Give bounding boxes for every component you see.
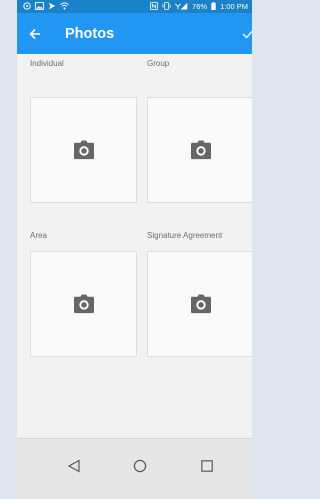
photo-slot-group[interactable] xyxy=(147,97,252,203)
wifi-icon xyxy=(60,1,69,12)
whatsapp-icon xyxy=(23,1,31,12)
nav-recents-button[interactable] xyxy=(200,459,214,478)
system-nav-bar xyxy=(17,438,252,499)
camera-icon xyxy=(73,294,94,314)
nav-home-button[interactable] xyxy=(133,459,147,478)
photo-label-signature-agreement: Signature Agreement xyxy=(147,231,223,240)
photo-slot-area[interactable] xyxy=(30,251,137,357)
photo-slot-signature-agreement[interactable] xyxy=(147,251,252,357)
status-left-icons xyxy=(23,1,69,12)
nav-back-icon xyxy=(67,459,80,473)
photos-grid: Individual Group Area Signature Agreemen… xyxy=(17,54,252,438)
photo-label-group: Group xyxy=(147,59,170,68)
photo-slot-individual[interactable] xyxy=(30,97,137,203)
camera-icon xyxy=(190,140,211,160)
camera-icon xyxy=(73,140,94,160)
nav-back-button[interactable] xyxy=(67,459,81,478)
nav-recents-icon xyxy=(201,460,213,472)
image-icon xyxy=(35,1,44,12)
battery-icon xyxy=(211,1,216,12)
vibrate-icon xyxy=(162,1,171,12)
clock: 1:00 PM xyxy=(220,2,248,11)
status-bar: 76% 1:00 PM xyxy=(17,0,252,13)
photo-label-area: Area xyxy=(30,231,47,240)
battery-percent: 76% xyxy=(192,2,208,11)
check-icon xyxy=(242,30,252,39)
camera-icon xyxy=(190,294,211,314)
app-bar: Photos xyxy=(17,13,252,54)
send-icon xyxy=(48,2,56,12)
phone-screen: 76% 1:00 PM Photos Individual Group Area… xyxy=(17,0,252,499)
signal-icon xyxy=(175,2,188,12)
photo-label-individual: Individual xyxy=(30,59,64,68)
status-right-icons: 76% 1:00 PM xyxy=(150,1,248,12)
nav-home-icon xyxy=(133,459,147,473)
nfc-icon xyxy=(150,1,158,12)
page-title: Photos xyxy=(65,25,115,42)
back-button[interactable] xyxy=(17,13,53,54)
confirm-button[interactable] xyxy=(242,13,252,54)
arrow-back-icon xyxy=(29,28,40,40)
